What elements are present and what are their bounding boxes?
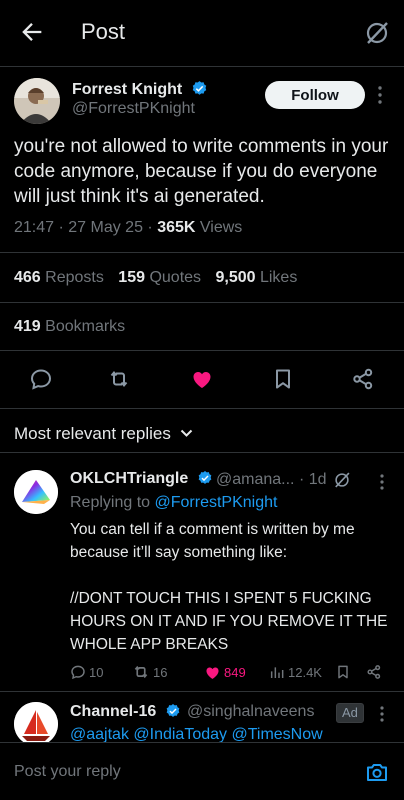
bookmarks-divider <box>0 350 404 351</box>
more-options-icon[interactable] <box>379 474 385 490</box>
ad-badge: Ad <box>336 703 364 723</box>
reply-divider <box>0 691 404 692</box>
views-icon <box>270 667 284 678</box>
author-name[interactable]: Forrest Knight <box>72 80 208 99</box>
post-actions <box>0 364 404 394</box>
actions-divider <box>0 408 404 409</box>
views-label: Views <box>195 219 243 236</box>
grok-slash-icon[interactable] <box>333 471 351 489</box>
bookmarks-label: Bookmarks <box>40 318 126 335</box>
reply-input[interactable]: Post your reply <box>14 763 121 781</box>
post-meta: 21:47 · 27 May 25 · 365K Views <box>14 219 242 237</box>
more-options-icon[interactable] <box>377 86 383 104</box>
reply-icon <box>71 665 85 680</box>
more-options-icon[interactable] <box>379 706 385 722</box>
verified-badge-icon <box>192 81 206 95</box>
replying-to: Replying to @ForrestPKnight <box>70 494 277 512</box>
reply-reposts-count: 16 <box>153 664 168 680</box>
reply-reply-button[interactable]: 10 <box>70 662 103 682</box>
reply-share-button[interactable] <box>366 662 382 682</box>
header-divider <box>0 66 404 67</box>
ad-author-name[interactable]: Channel-16 <box>70 703 181 721</box>
post-text: you're not allowed to write comments in … <box>14 136 389 207</box>
likes-count: 9,500 <box>215 269 256 286</box>
verified-badge-icon <box>198 471 212 484</box>
likes-label: Likes <box>255 269 298 286</box>
stats-divider <box>0 302 404 303</box>
repost-icon[interactable] <box>104 364 134 394</box>
bookmark-icon[interactable] <box>268 364 298 394</box>
replies-sort-label: Most relevant replies <box>14 424 171 443</box>
reply-like-button[interactable]: 849 <box>204 662 246 682</box>
ad-author-handle[interactable]: @singhalnaveens <box>187 703 314 721</box>
reply-views-button[interactable]: 12.4K <box>269 662 322 682</box>
follow-button[interactable]: Follow <box>265 81 365 109</box>
reposts-count: 466 <box>14 269 41 286</box>
quotes-stat[interactable]: 159 Quotes <box>118 269 201 286</box>
reply-author-handle[interactable]: @amana... · 1d <box>216 471 327 489</box>
replying-prefix: Replying to <box>70 494 155 511</box>
bookmarks-stat[interactable]: 419 Bookmarks <box>14 318 125 336</box>
reply-text: You can tell if a comment is written by … <box>70 521 388 653</box>
bookmark-icon <box>338 665 348 679</box>
reply-icon[interactable] <box>26 364 56 394</box>
reply-replies-count: 10 <box>89 664 104 680</box>
reply-handle-text: @amana... <box>216 471 295 488</box>
replies-sort-dropdown[interactable]: Most relevant replies <box>14 424 193 444</box>
reply-composer: Post your reply <box>0 742 404 800</box>
author-handle[interactable]: @ForrestPKnight <box>72 100 195 118</box>
views-count: 365K <box>157 219 196 236</box>
chevron-down-icon <box>180 429 192 437</box>
reposts-stat[interactable]: 466 Reposts <box>14 269 104 286</box>
reply-bookmark-button[interactable] <box>335 662 351 682</box>
bookmarks-count: 419 <box>14 318 41 335</box>
reply-author-name[interactable]: OKLCHTriangle <box>70 470 213 488</box>
quotes-label: Quotes <box>145 269 202 286</box>
verified-badge-icon <box>166 704 180 717</box>
reply-views-count: 12.4K <box>288 664 322 680</box>
arrow-left-icon[interactable] <box>18 18 46 46</box>
author-avatar[interactable] <box>14 78 60 124</box>
filter-divider <box>0 452 404 453</box>
reply-repost-button[interactable]: 16 <box>132 662 167 682</box>
like-icon <box>206 667 219 679</box>
meta-divider <box>0 252 404 253</box>
reply-time: · 1d <box>294 471 327 488</box>
reposts-label: Reposts <box>40 269 104 286</box>
post-stats: 466 Reposts 159 Quotes 9,500 Likes <box>14 269 297 287</box>
repost-icon <box>134 665 148 679</box>
quotes-count: 159 <box>118 269 145 286</box>
like-icon[interactable] <box>187 364 217 394</box>
likes-stat[interactable]: 9,500 Likes <box>215 269 297 286</box>
page-title: Post <box>81 19 126 44</box>
post-time: 21:47 · 27 May 25 · <box>14 219 158 236</box>
reply-avatar[interactable] <box>14 470 58 514</box>
share-icon <box>367 665 381 679</box>
ad-avatar[interactable] <box>14 702 58 746</box>
reply-likes-count: 849 <box>224 664 246 680</box>
share-icon[interactable] <box>348 364 378 394</box>
top-bar: Post <box>0 0 404 66</box>
grok-slash-icon[interactable] <box>364 20 390 46</box>
replying-to-link[interactable]: @ForrestPKnight <box>155 494 278 511</box>
reply-actions: 10 16 849 12.4K <box>70 662 390 682</box>
camera-icon[interactable] <box>365 760 389 784</box>
